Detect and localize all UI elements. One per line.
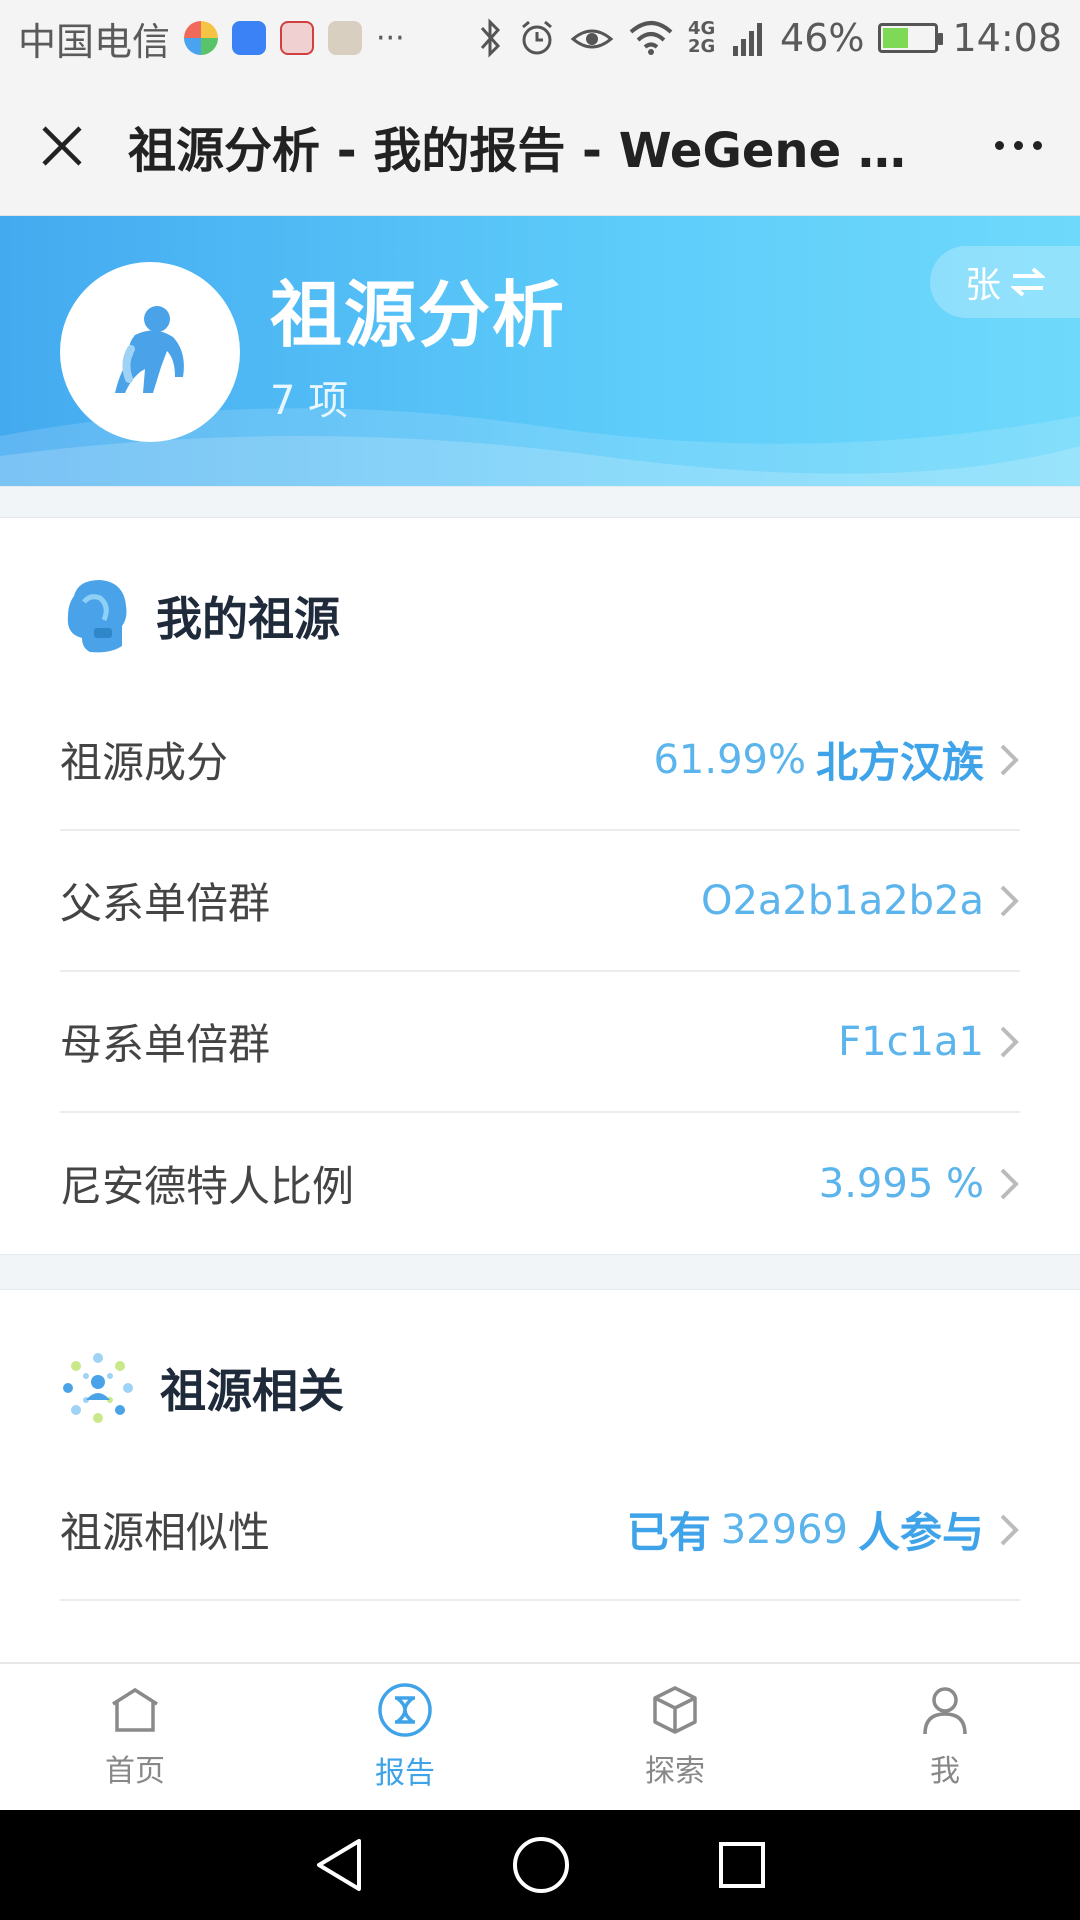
app-notification-icon (184, 21, 219, 55)
bottom-tab-bar: 首页 报告 探索 我 (0, 1662, 1080, 1810)
report-banner: 祖源分析 7 项 张 (0, 216, 1080, 486)
row-value: 已有 32969 人参与 (627, 1499, 984, 1560)
neanderthal-value: 3.995 % (818, 1160, 984, 1207)
item-count: 7 项 (270, 378, 349, 424)
ancestry-similarity-row[interactable]: 祖源相似性 已有 32969 人参与 (60, 1460, 1020, 1601)
switch-arrows-icon (1011, 267, 1045, 297)
row-value: 61.99% 北方汉族 (653, 729, 984, 790)
banner-title: 祖源分析 (270, 273, 567, 357)
battery-percent: 46% (780, 16, 865, 60)
row-value: F1c1a1 (838, 1019, 984, 1065)
shield-app-icon (232, 21, 267, 55)
row-label: 祖源相似性 (60, 1508, 271, 1557)
network-people-icon (63, 1353, 133, 1423)
row-label: 尼安德特人比例 (60, 1162, 355, 1211)
section-header-my-ancestry: 我的祖源 (60, 576, 340, 656)
profile-name: 张 (964, 265, 1001, 306)
section-divider (0, 486, 1080, 518)
switch-profile-button[interactable]: 张 (930, 246, 1080, 318)
status-bar: 中国电信 ··· 4G 2G 46% 14:08 (0, 0, 1080, 76)
more-notifications: ··· (376, 20, 405, 56)
row-value: O2a2b1a2b2a (701, 878, 984, 924)
person-icon (923, 1687, 967, 1735)
ancestry-name: 北方汉族 (815, 738, 984, 787)
percentage-value: 61.99% (653, 736, 806, 783)
report-icon (378, 1683, 432, 1737)
photo-app-icon (328, 21, 363, 55)
signal-bars-icon (733, 23, 763, 56)
eye-comfort-icon (570, 29, 614, 49)
participants-prefix: 已有 (626, 1508, 711, 1557)
tab-label: 首页 (105, 1754, 165, 1789)
section-heading: 我的祖源 (156, 592, 340, 646)
tab-me[interactable]: 我 (810, 1664, 1080, 1810)
clock-time: 14:08 (952, 16, 1062, 60)
row-value: 3.995 % (819, 1161, 984, 1207)
title-bar: 祖源分析 - 我的报告 - WeGene 微… (0, 76, 1080, 216)
more-menu-button[interactable] (995, 141, 1042, 150)
head-silhouette-icon (67, 580, 127, 653)
chevron-right-icon (1000, 885, 1019, 916)
carrier-name: 中国电信 (18, 19, 171, 64)
network-type: 4G 2G (688, 18, 716, 57)
bluetooth-icon (480, 18, 501, 58)
section-header-ancestry-related: 祖源相关 (60, 1350, 344, 1426)
stamp-app-icon (280, 21, 315, 55)
section-heading: 祖源相关 (160, 1364, 344, 1418)
alarm-icon (522, 20, 552, 55)
chevron-right-icon (1000, 1168, 1019, 1199)
recent-apps-icon[interactable] (717, 1840, 767, 1890)
tab-explore[interactable]: 探索 (540, 1664, 810, 1810)
page-title: 祖源分析 - 我的报告 - WeGene 微… (128, 122, 918, 179)
tab-label: 我 (930, 1754, 960, 1789)
paternal-haplogroup-row[interactable]: 父系单倍群 O2a2b1a2b2a (60, 831, 1020, 972)
row-label: 母系单倍群 (60, 1020, 271, 1069)
ape-icon (115, 306, 184, 393)
participants-count: 32969 (720, 1506, 848, 1553)
home-circle-icon[interactable] (511, 1835, 571, 1895)
back-icon[interactable] (313, 1837, 365, 1893)
haplogroup-value: F1c1a1 (838, 1018, 984, 1065)
chevron-right-icon (1000, 1026, 1019, 1057)
tab-label: 探索 (645, 1754, 705, 1789)
row-label: 父系单倍群 (60, 879, 271, 928)
battery-icon (878, 23, 944, 53)
row-label: 祖源成分 (60, 738, 229, 787)
system-nav-bar (0, 1810, 1080, 1920)
chevron-right-icon (1000, 1514, 1019, 1545)
home-icon (112, 1687, 158, 1732)
ape-avatar (60, 262, 240, 442)
haplogroup-value: O2a2b1a2b2a (700, 877, 984, 924)
close-icon[interactable] (38, 122, 86, 170)
ancestry-composition-row[interactable]: 祖源成分 61.99% 北方汉族 (60, 690, 1020, 831)
wifi-icon (629, 21, 673, 55)
tab-report[interactable]: 报告 (270, 1664, 540, 1810)
explore-cube-icon (653, 1686, 697, 1734)
participants-suffix: 人参与 (857, 1508, 984, 1557)
section-divider (0, 1254, 1080, 1290)
tab-home[interactable]: 首页 (0, 1664, 270, 1810)
tab-label: 报告 (375, 1756, 435, 1791)
chevron-right-icon (1000, 744, 1019, 775)
maternal-haplogroup-row[interactable]: 母系单倍群 F1c1a1 (60, 972, 1020, 1113)
neanderthal-ratio-row[interactable]: 尼安德特人比例 3.995 % (60, 1113, 1020, 1254)
